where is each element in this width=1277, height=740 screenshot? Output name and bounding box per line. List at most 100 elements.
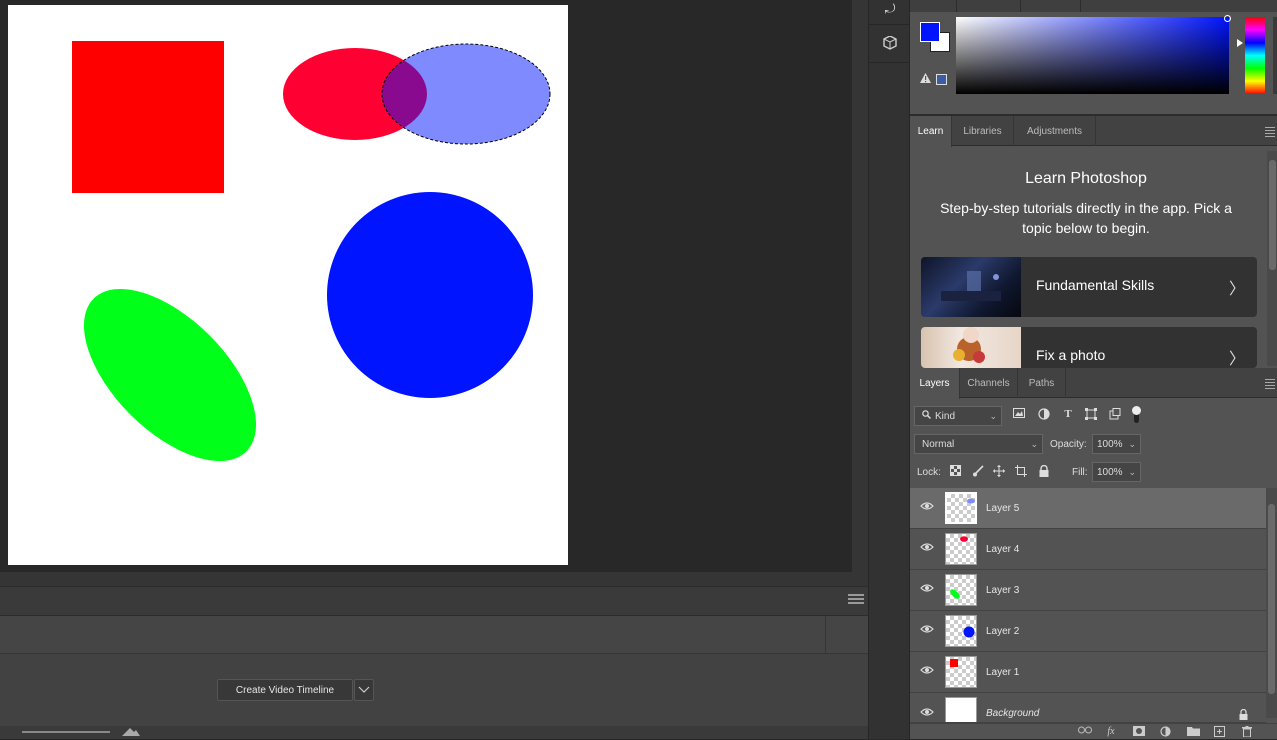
opacity-label: Opacity:	[1050, 439, 1087, 450]
filter-toggle-switch[interactable]	[1132, 406, 1142, 424]
layer-row-layer-5[interactable]: Layer 5	[910, 488, 1266, 529]
color-picker-marker[interactable]	[1224, 15, 1231, 22]
panel-icon-strip: ⤾	[868, 0, 910, 739]
color-panel-tabbar	[910, 0, 1277, 12]
hue-slider[interactable]	[1245, 17, 1265, 94]
tab-channels[interactable]: Channels	[960, 368, 1018, 398]
delete-layer-trash-icon[interactable]	[1240, 726, 1254, 738]
layers-footer-toolbar: fx	[910, 723, 1277, 739]
layer-row-layer-4[interactable]: Layer 4	[910, 529, 1266, 570]
timeline-divider	[825, 616, 826, 654]
timeline-mode-dropdown-button[interactable]	[354, 679, 374, 701]
card-fundamental-skills[interactable]: Fundamental Skills 〉	[921, 257, 1257, 317]
canvas-vertical-scrollbar[interactable]	[852, 0, 868, 586]
layers-panel-menu-icon[interactable]	[1265, 379, 1275, 391]
lock-all-padlock-icon[interactable]	[1037, 464, 1050, 478]
layer-row-layer-1[interactable]: Layer 1	[910, 652, 1266, 693]
out-of-gamut-warning-icon[interactable]	[920, 73, 932, 85]
filter-kind-dropdown[interactable]: Kind ⌄	[914, 406, 1002, 426]
chevron-right-icon: 〉	[1228, 281, 1245, 298]
layer-name: Layer 1	[986, 667, 1020, 678]
filter-kind-value: Kind	[935, 410, 956, 422]
new-group-folder-icon[interactable]	[1186, 726, 1200, 738]
learn-panel-menu-icon[interactable]	[1265, 127, 1275, 139]
zoom-mountain-icon[interactable]	[122, 726, 140, 739]
layer-style-fx-icon[interactable]: fx	[1104, 726, 1118, 738]
learn-panel: Learn Libraries Adjustments Learn Photos…	[910, 116, 1277, 368]
chevron-down-icon: ⌄	[1128, 467, 1136, 477]
lock-image-pixels-brush-icon[interactable]	[971, 465, 984, 478]
layer-name: Layer 5	[986, 503, 1020, 514]
new-adjustment-layer-icon[interactable]	[1158, 726, 1172, 738]
canvas-horizontal-scrollbar[interactable]	[0, 572, 868, 586]
layers-panel-tabs: Layers Channels Paths	[910, 368, 1277, 399]
layer-thumbnail	[945, 615, 977, 647]
saturation-brightness-field[interactable]	[956, 17, 1229, 94]
layer-name: Background	[986, 708, 1040, 719]
card-fix-a-photo[interactable]: Fix a photo 〉	[921, 327, 1257, 368]
visibility-eye-icon[interactable]	[920, 542, 934, 556]
blend-mode-value: Normal	[922, 438, 955, 450]
card-label: Fix a photo	[1036, 347, 1106, 363]
link-layers-icon[interactable]	[1078, 726, 1092, 738]
lock-position-move-icon[interactable]	[992, 465, 1005, 478]
layers-scrollbar-thumb[interactable]	[1268, 504, 1275, 694]
tab-layers[interactable]: Layers	[910, 368, 960, 399]
fill-field[interactable]: 100% ⌄	[1092, 462, 1141, 482]
learn-title: Learn Photoshop	[1025, 170, 1147, 187]
timeline-header	[0, 586, 868, 616]
learn-description: Step-by-step tutorials directly in the a…	[940, 200, 1232, 236]
add-layer-mask-icon[interactable]	[1132, 726, 1146, 738]
tab-paths[interactable]: Paths	[1018, 368, 1066, 398]
visibility-eye-icon[interactable]	[920, 583, 934, 597]
tab-learn[interactable]: Learn	[910, 116, 952, 147]
web-safe-color-swatch[interactable]	[936, 74, 947, 85]
fundamental-skills-thumbnail	[921, 257, 1021, 317]
layer-row-layer-2[interactable]: Layer 2	[910, 611, 1266, 652]
lock-transparent-pixels-icon[interactable]	[949, 465, 962, 478]
new-layer-icon[interactable]	[1212, 726, 1226, 738]
layer-thumbnail	[945, 697, 977, 722]
zoom-slider[interactable]	[22, 731, 110, 733]
visibility-eye-icon[interactable]	[920, 501, 934, 515]
foreground-color-swatch[interactable]	[920, 22, 940, 42]
tab-adjustments[interactable]: Adjustments	[1014, 116, 1096, 146]
opacity-field[interactable]: 100% ⌄	[1092, 434, 1141, 454]
green-ellipse-shape	[83, 288, 257, 462]
layer-thumbnail	[945, 574, 977, 606]
visibility-eye-icon[interactable]	[920, 665, 934, 679]
chevron-down-icon	[358, 686, 370, 693]
color-panel	[910, 0, 1277, 116]
timeline-menu-icon[interactable]	[848, 594, 864, 608]
color-panel-edge	[1273, 17, 1277, 94]
create-video-timeline-button[interactable]: Create Video Timeline	[217, 679, 353, 701]
layer-thumbnail	[945, 533, 977, 565]
learn-panel-tabs: Learn Libraries Adjustments	[910, 116, 1277, 147]
visibility-eye-icon[interactable]	[920, 624, 934, 638]
chevron-right-icon: 〉	[1228, 351, 1245, 368]
blend-mode-dropdown[interactable]: Normal ⌄	[914, 434, 1043, 454]
layer-name: Layer 3	[986, 585, 1020, 596]
timeline-footer	[0, 726, 868, 739]
hue-slider-arrow[interactable]	[1237, 39, 1243, 47]
opacity-value: 100%	[1097, 438, 1123, 450]
layer-thumbnail	[945, 492, 977, 524]
type-layer-filter-icon[interactable]: T	[1061, 408, 1075, 422]
layer-row-background[interactable]: Background	[910, 693, 1266, 723]
layer-row-layer-3[interactable]: Layer 3	[910, 570, 1266, 611]
visibility-eye-icon[interactable]	[920, 707, 934, 721]
document-canvas[interactable]	[8, 5, 568, 565]
layer-name: Layer 2	[986, 626, 1020, 637]
learn-scrollbar-thumb[interactable]	[1269, 160, 1276, 270]
3d-cube-icon[interactable]	[881, 35, 899, 54]
canvas-area[interactable]	[0, 0, 852, 572]
lock-artboard-icon[interactable]	[1014, 465, 1027, 478]
shape-layer-filter-icon[interactable]	[1084, 408, 1098, 422]
adjustment-layer-filter-icon[interactable]	[1037, 408, 1051, 422]
card-label: Fundamental Skills	[1036, 277, 1155, 293]
smart-object-filter-icon[interactable]	[1108, 408, 1122, 422]
lock-label: Lock:	[917, 467, 941, 478]
history-icon[interactable]: ⤾	[881, 0, 899, 18]
tab-libraries[interactable]: Libraries	[952, 116, 1014, 146]
pixel-layer-filter-icon[interactable]	[1012, 408, 1026, 422]
